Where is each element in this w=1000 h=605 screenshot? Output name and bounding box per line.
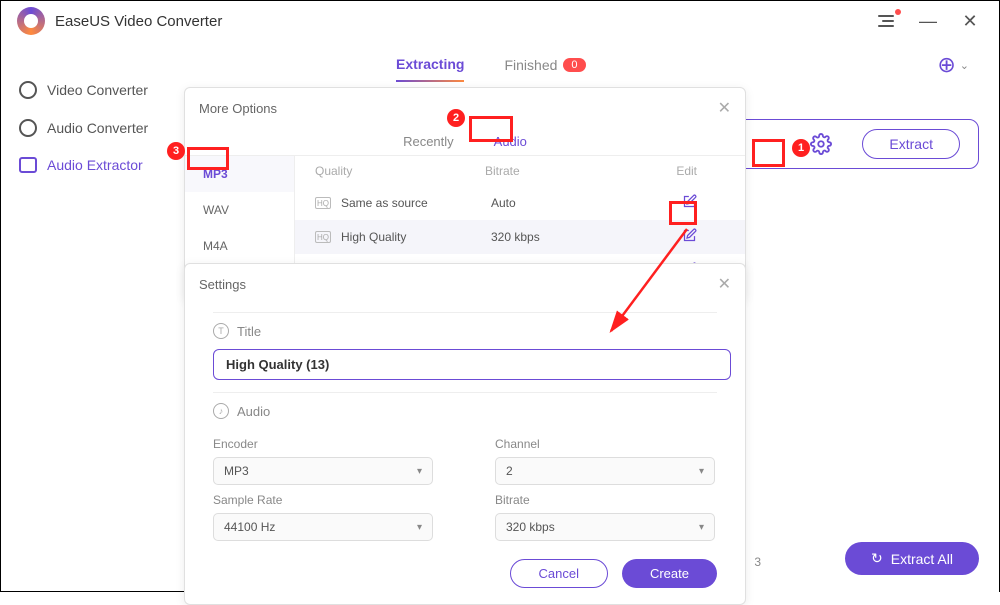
chevron-down-icon: ▾	[417, 466, 422, 477]
channel-select[interactable]: 2▾	[495, 457, 715, 485]
section-audio-label: Audio	[237, 404, 270, 419]
format-wav[interactable]: WAV	[185, 192, 294, 228]
audio-section-icon: ♪	[213, 403, 229, 419]
callout-box-3	[187, 147, 229, 170]
app-title: EaseUS Video Converter	[55, 13, 222, 30]
chevron-down-icon: ▾	[699, 466, 704, 477]
callout-number-1: 1	[792, 139, 810, 157]
edit-quality-button[interactable]	[651, 228, 725, 246]
hq-icon: HQ	[315, 231, 331, 243]
section-title-label: Title	[237, 324, 261, 339]
app-logo-icon	[17, 7, 45, 35]
callout-box-2	[469, 116, 513, 142]
samplerate-select[interactable]: 44100 Hz▾	[213, 513, 433, 541]
settings-dialog: Settings ✕ T Title ♪ Audio Encoder MP3▾ Sa…	[184, 263, 746, 605]
minimize-button[interactable]: ―	[915, 11, 941, 31]
tab-extracting[interactable]: Extracting	[396, 48, 464, 82]
more-options-title: More Options	[199, 101, 277, 116]
sidebar: Video Converter Audio Converter Audio Ex…	[1, 41, 196, 593]
extractor-icon	[19, 157, 37, 173]
extract-all-button[interactable]: ↻ Extract All	[845, 542, 979, 575]
column-edit: Edit	[645, 164, 725, 178]
encoder-select[interactable]: MP3▾	[213, 457, 433, 485]
callout-number-3: 3	[167, 142, 185, 160]
extract-button[interactable]: Extract	[862, 129, 960, 159]
title-input[interactable]	[213, 349, 731, 380]
format-m4a[interactable]: M4A	[185, 228, 294, 264]
add-dropdown-chevron-icon[interactable]: ⌄	[960, 59, 969, 72]
quality-row-high[interactable]: HQ High Quality 320 kbps	[295, 220, 745, 254]
tab-finished[interactable]: Finished0	[504, 49, 585, 81]
more-options-close-button[interactable]: ✕	[718, 98, 731, 118]
add-button[interactable]: ⊕	[937, 52, 955, 78]
more-options-tab-recently[interactable]: Recently	[389, 128, 468, 155]
bitrate-label: Bitrate	[495, 493, 717, 507]
bitrate-select[interactable]: 320 kbps▾	[495, 513, 715, 541]
sidebar-item-video-converter[interactable]: Video Converter	[1, 71, 196, 109]
finished-badge: 0	[563, 58, 585, 72]
close-button[interactable]: ✕	[957, 11, 983, 31]
cancel-button[interactable]: Cancel	[510, 559, 608, 588]
video-icon	[19, 81, 37, 99]
sidebar-item-label: Video Converter	[47, 82, 148, 98]
settings-close-button[interactable]: ✕	[718, 274, 731, 294]
sidebar-item-label: Audio Extractor	[47, 157, 143, 173]
sidebar-item-audio-converter[interactable]: Audio Converter	[1, 109, 196, 147]
titlebar: EaseUS Video Converter ― ✕	[1, 1, 999, 41]
callout-box-edit	[669, 201, 697, 225]
channel-label: Channel	[495, 437, 717, 451]
callout-box-1	[752, 139, 785, 167]
sidebar-item-label: Audio Converter	[47, 120, 148, 136]
chevron-down-icon: ▾	[699, 522, 704, 533]
settings-gear-button[interactable]	[810, 133, 832, 155]
menu-button[interactable]	[873, 11, 899, 31]
column-bitrate: Bitrate	[485, 164, 645, 178]
callout-number-2: 2	[447, 109, 465, 127]
stray-text: 3	[754, 555, 761, 569]
column-quality: Quality	[315, 164, 485, 178]
hq-icon: HQ	[315, 197, 331, 209]
audio-icon	[19, 119, 37, 137]
encoder-label: Encoder	[213, 437, 435, 451]
samplerate-label: Sample Rate	[213, 493, 435, 507]
extract-all-icon: ↻	[871, 550, 883, 567]
settings-title: Settings	[199, 277, 246, 292]
chevron-down-icon: ▾	[417, 522, 422, 533]
title-section-icon: T	[213, 323, 229, 339]
create-button[interactable]: Create	[622, 559, 717, 588]
